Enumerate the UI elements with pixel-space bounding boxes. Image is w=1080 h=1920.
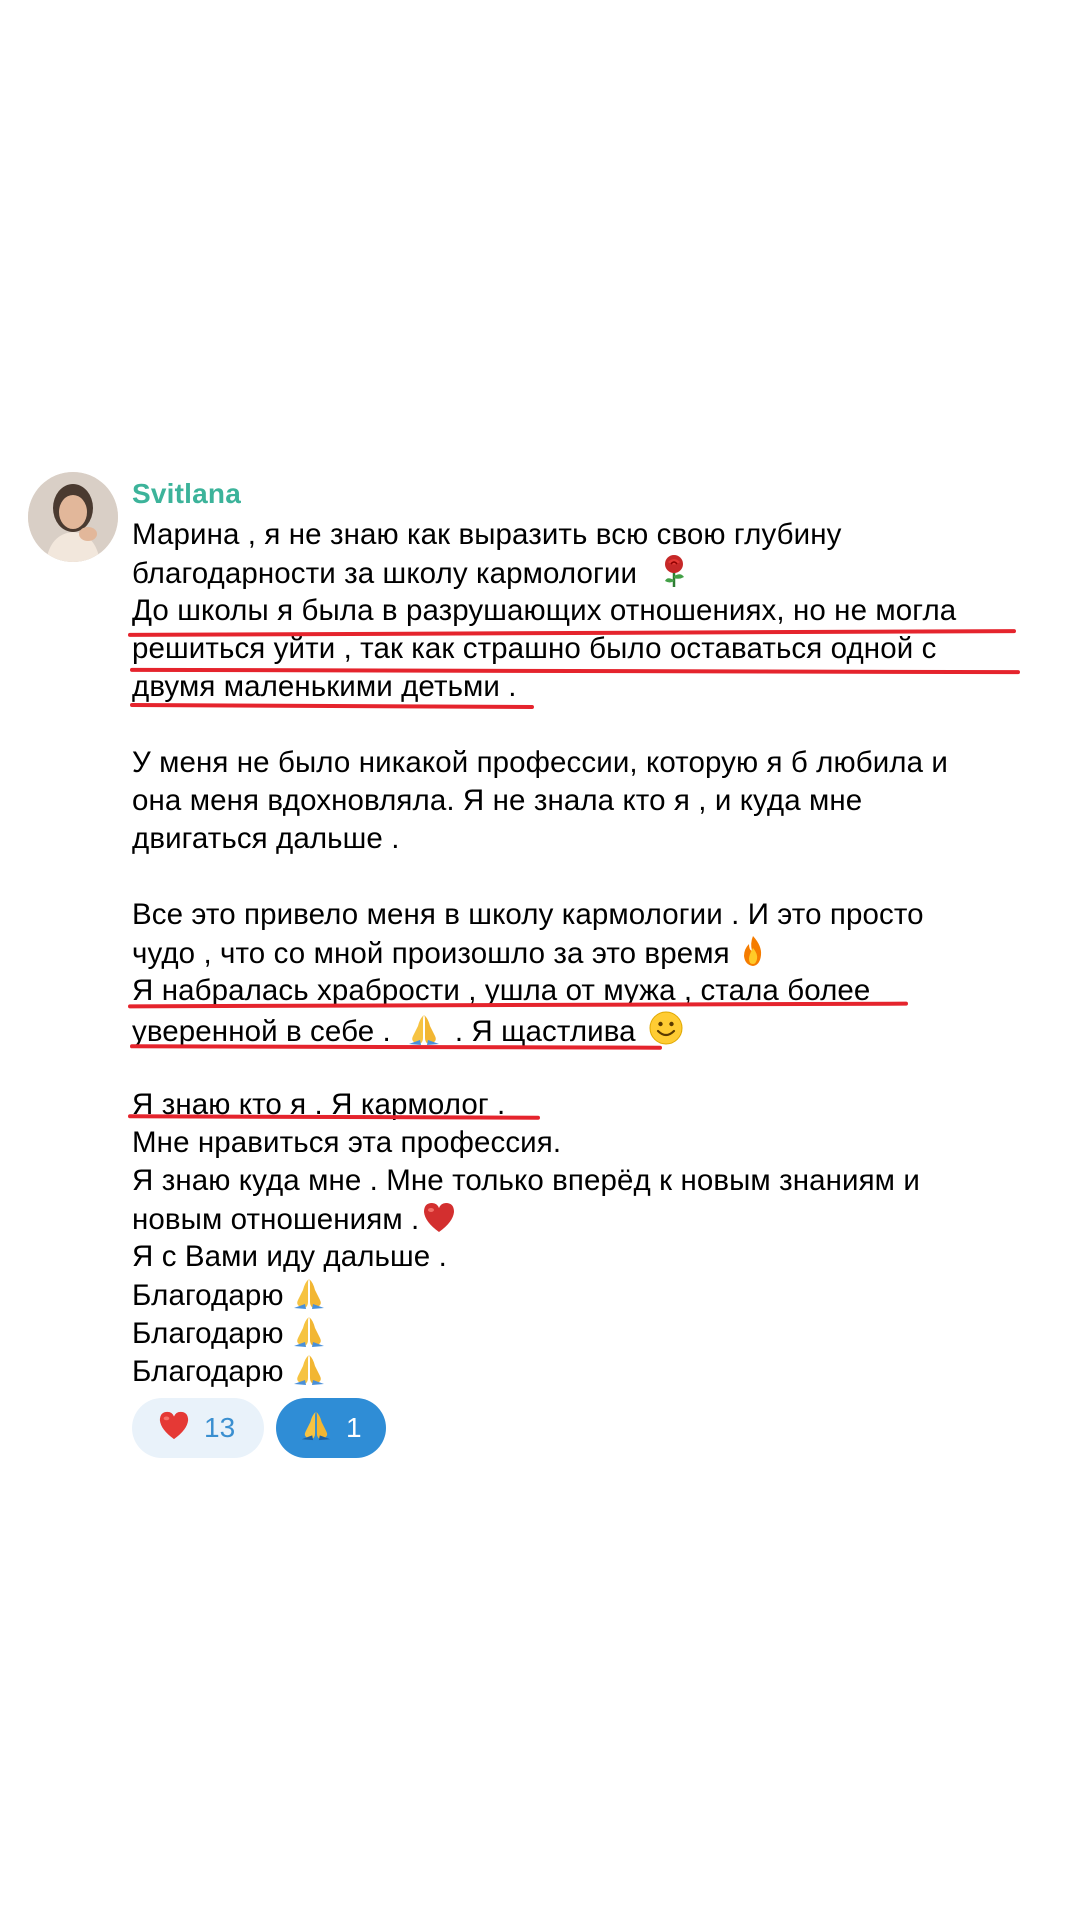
reaction-count: 1 <box>346 1412 362 1443</box>
message-line: У меня не было никакой профессии, котору… <box>132 746 948 779</box>
message-line: Марина , я не знаю как выразить всю свою… <box>132 518 842 551</box>
praying-hands-icon <box>290 1352 328 1396</box>
author-name[interactable]: Svitlana <box>132 474 241 514</box>
praying-hands-icon <box>298 1408 334 1449</box>
message-line: чудо , что со мной произошло за это врем… <box>132 934 1052 972</box>
reaction-count: 13 <box>204 1412 236 1443</box>
avatar-photo <box>28 472 118 562</box>
message-line: двигаться дальше . <box>132 822 400 855</box>
message-body: Марина , я не знаю как выразить всю свою… <box>127 516 1052 1390</box>
message-line: Мне нравиться эта профессия. <box>132 1126 562 1159</box>
avatar[interactable] <box>28 472 118 562</box>
comment-post: Svitlana Марина , я не знаю как выразить… <box>0 0 1080 1920</box>
red-heart-icon <box>156 1409 192 1448</box>
message-line: Благодарю <box>132 1352 1052 1390</box>
message-line: Все это привело меня в школу кармологии … <box>132 898 924 931</box>
message-line: Благодарю <box>132 1314 1052 1352</box>
message-line: До школы я была в разрушающих отношениях… <box>132 594 957 627</box>
message-line: Я знаю куда мне . Мне только вперёд к но… <box>132 1164 920 1197</box>
message-line: Я с Вами иду дальше . <box>132 1240 447 1273</box>
reaction-pray-button[interactable]: 1 <box>276 1398 386 1458</box>
message-line: Благодарю <box>132 1276 1052 1314</box>
message-line: благодарности за школу кармологии <box>132 554 1052 592</box>
message-line: новым отношениям . <box>132 1200 1052 1238</box>
message-line: уверенной в себе .. Я щастлива <box>132 1010 1052 1048</box>
reaction-heart-button[interactable]: 13 <box>132 1398 264 1458</box>
message-line: она меня вдохновляла. Я не знала кто я ,… <box>132 784 863 817</box>
praying-hands-icon <box>405 1012 443 1056</box>
